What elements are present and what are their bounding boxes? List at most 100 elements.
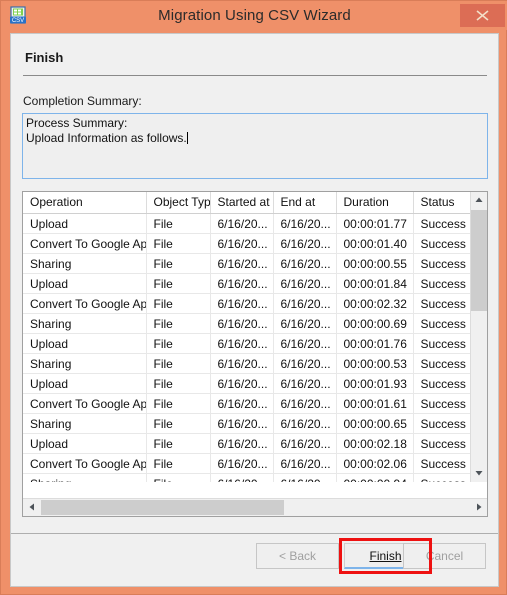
cell-operation: Convert To Google App [23,293,147,314]
cell-object-type: File [146,293,211,314]
cell-end-at: 6/16/20... [273,313,337,334]
completion-summary-textarea[interactable]: Process Summary: Upload Information as fo… [22,113,488,179]
grid-vertical-scrollbar[interactable] [470,192,487,482]
scroll-up-icon[interactable] [471,192,487,209]
cell-status: Success [413,313,471,334]
scroll-right-icon[interactable] [470,499,487,516]
cell-status: Success [413,333,471,354]
cell-status: Success [413,253,471,274]
cell-object-type: File [146,213,211,234]
cell-started-at: 6/16/20... [210,433,274,454]
table-row[interactable]: SharingFile6/16/20...6/16/20...00:00:00.… [23,473,471,482]
cell-operation: Upload [23,333,147,354]
cell-duration: 00:00:01.93 [336,373,414,394]
summary-line-1: Process Summary: [26,116,128,130]
cell-object-type: File [146,433,211,454]
cell-operation: Convert To Google App [23,393,147,414]
cell-duration: 00:00:00.53 [336,353,414,374]
cell-operation: Sharing [23,473,147,482]
cell-status: Success [413,413,471,434]
table-row[interactable]: SharingFile6/16/20...6/16/20...00:00:00.… [23,353,471,374]
cell-object-type: File [146,393,211,414]
cell-operation: Upload [23,373,147,394]
completion-summary-label: Completion Summary: [23,94,142,108]
cancel-button-label: Cancel [425,549,464,563]
cell-duration: 00:00:01.61 [336,393,414,414]
table-row[interactable]: Upload File 6/16/20... 6/16/20... 00:00:01.7… [23,333,471,354]
table-row[interactable]: Convert To Google App File 6/16/20... 6/16/… [23,453,471,474]
cell-end-at: 6/16/20... [273,393,337,414]
window-title: Migration Using CSV Wizard [158,7,351,24]
cell-object-type: File [146,453,211,474]
cell-started-at: 6/16/20... [210,333,274,354]
cell-object-type: File [146,253,211,274]
cell-end-at: 6/16/20... [273,433,337,454]
table-row[interactable]: SharingFile6/16/20...6/16/20...00:00:00.… [23,313,471,334]
table-row[interactable]: Convert To Google App File 6/16/20... 6/16/… [23,293,471,314]
cell-end-at: 6/16/20... [273,373,337,394]
cell-end-at: 6/16/20... [273,473,337,482]
cell-status: Success [413,433,471,454]
table-body: Upload File 6/16/20... 6/16/20... 00:00:01.7… [23,213,471,482]
table-row[interactable]: Upload File 6/16/20... 6/16/20... 00:00:02.1… [23,433,471,454]
close-button[interactable] [460,4,505,27]
table-row[interactable]: Convert To Google App File 6/16/20... 6/16/… [23,233,471,254]
column-header-3[interactable]: End at [273,192,337,214]
cell-duration: 00:00:00.69 [336,313,414,334]
cell-status: Success [413,353,471,374]
scroll-left-icon[interactable] [23,499,40,516]
cell-duration: 00:00:01.77 [336,213,414,234]
grid-viewport: OperationObject TypeStarted atEnd atDura… [23,192,471,482]
cell-operation: Upload [23,213,147,234]
column-header-0[interactable]: Operation [23,192,147,214]
horizontal-scroll-thumb[interactable] [41,500,284,515]
cell-end-at: 6/16/20... [273,413,337,434]
footer-divider [11,533,498,534]
table-row[interactable]: Upload File 6/16/20... 6/16/20... 00:00:01.7… [23,213,471,234]
cell-started-at: 6/16/20... [210,213,274,234]
cell-operation: Sharing [23,313,147,334]
header-divider [23,75,487,76]
cell-duration: 00:00:01.40 [336,233,414,254]
cell-end-at: 6/16/20... [273,293,337,314]
column-header-5[interactable]: Status [413,192,471,214]
column-header-2[interactable]: Started at [210,192,274,214]
cell-status: Success [413,393,471,414]
cancel-button[interactable]: Cancel [403,543,486,569]
cell-operation: Upload [23,273,147,294]
cell-end-at: 6/16/20... [273,273,337,294]
cell-started-at: 6/16/20... [210,473,274,482]
table-row[interactable]: Upload File 6/16/20... 6/16/20... 00:00:01.9… [23,373,471,394]
back-button[interactable]: < Back [256,543,339,569]
scroll-down-icon[interactable] [471,465,487,482]
column-header-1[interactable]: Object Type [146,192,211,214]
cell-started-at: 6/16/20... [210,273,274,294]
summary-text-content: Process Summary: Upload Information as fo… [26,116,188,146]
cell-status: Success [413,293,471,314]
results-grid: OperationObject TypeStarted atEnd atDura… [22,191,488,517]
cell-duration: 00:00:00.65 [336,413,414,434]
cell-operation: Convert To Google App [23,453,147,474]
cell-status: Success [413,373,471,394]
table-row[interactable]: SharingFile6/16/20...6/16/20...00:00:00.… [23,253,471,274]
cell-duration: 00:00:01.84 [336,273,414,294]
cell-object-type: File [146,473,211,482]
cell-started-at: 6/16/20... [210,313,274,334]
cell-status: Success [413,213,471,234]
cell-duration: 00:00:02.06 [336,453,414,474]
cell-duration: 00:00:02.18 [336,433,414,454]
cell-object-type: File [146,373,211,394]
cell-status: Success [413,473,471,482]
page-title: Finish [25,50,64,65]
table-row[interactable]: SharingFile6/16/20...6/16/20...00:00:00.… [23,413,471,434]
column-header-4[interactable]: Duration [336,192,414,214]
finish-button-label: Finish [369,549,402,563]
cell-end-at: 6/16/20... [273,233,337,254]
table-row[interactable]: Convert To Google App File 6/16/20... 6/16/… [23,393,471,414]
results-table: OperationObject TypeStarted atEnd atDura… [23,192,471,482]
vertical-scroll-thumb[interactable] [471,210,487,311]
table-row[interactable]: Upload File 6/16/20... 6/16/20... 00:00:01.8… [23,273,471,294]
cell-status: Success [413,273,471,294]
cell-operation: Sharing [23,353,147,374]
grid-horizontal-scrollbar[interactable] [23,498,487,516]
